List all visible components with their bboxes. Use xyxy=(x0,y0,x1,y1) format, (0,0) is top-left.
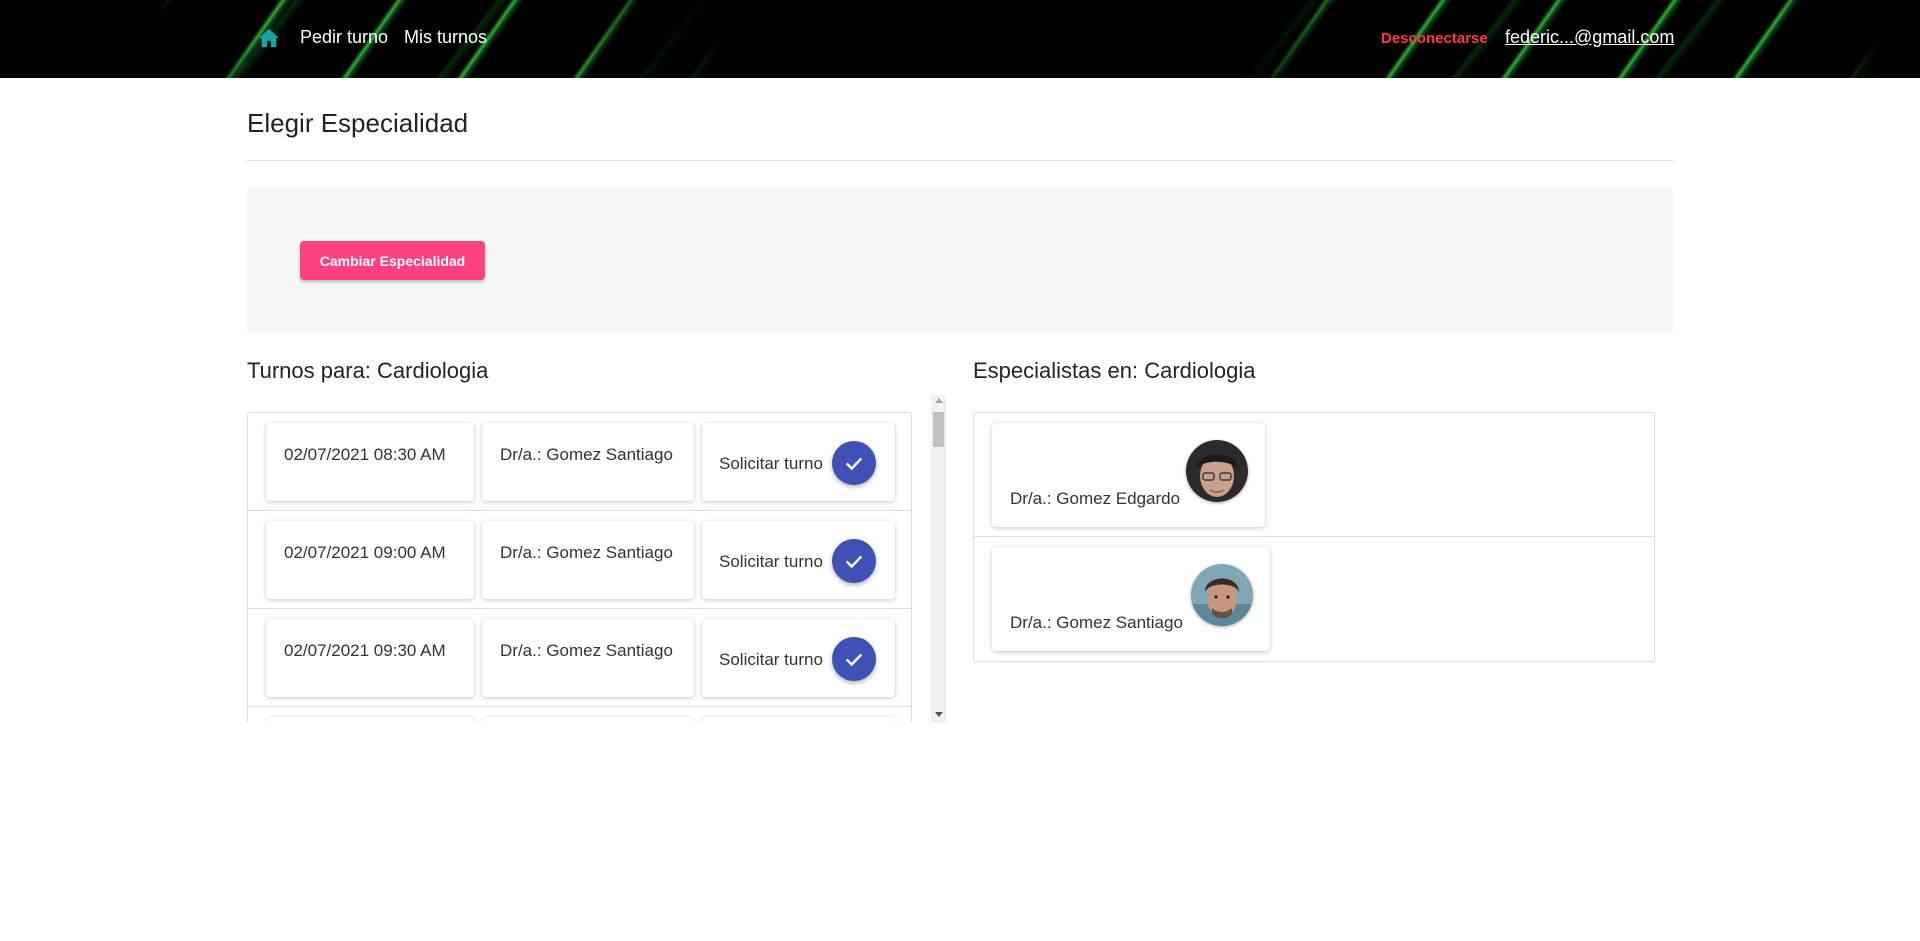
specialty-panel: Cambiar Especialidad xyxy=(247,188,1673,333)
nav-link-mis-turnos[interactable]: Mis turnos xyxy=(404,27,487,48)
especialista-name: Dr/a.: Gomez Santiago xyxy=(1010,613,1183,632)
page-title: Elegir Especialidad xyxy=(247,108,469,138)
solicitar-turno-button[interactable] xyxy=(832,637,876,681)
solicitar-turno-label: Solicitar turno xyxy=(719,454,823,473)
turno-doctor: Dr/a.: Gomez Santiago xyxy=(500,641,673,660)
turno-date-card: 02/07/2021 09:00 AM xyxy=(266,521,474,599)
doctor-photo xyxy=(1191,564,1253,626)
solicitar-turno-button[interactable] xyxy=(832,539,876,583)
scroll-thumb[interactable] xyxy=(933,412,944,447)
change-specialty-button[interactable]: Cambiar Especialidad xyxy=(300,241,485,280)
avatar xyxy=(1191,564,1253,626)
avatar xyxy=(1186,440,1248,502)
solicitar-turno-card: Solicitar turno xyxy=(702,521,895,599)
home-icon[interactable] xyxy=(258,28,280,48)
turno-row: 02/07/2021 08:30 AM Dr/a.: Gomez Santiag… xyxy=(248,413,911,511)
turno-row: 02/07/2021 09:00 AM Dr/a.: Gomez Santiag… xyxy=(248,511,911,609)
turno-date-card: 02/07/2021 08:30 AM xyxy=(266,423,474,501)
turno-doctor-card xyxy=(482,717,694,722)
especialistas-list: Dr/a.: Gomez Edgardo Dr/a.: Gomez Santia… xyxy=(973,412,1655,662)
user-email-link[interactable]: federic...@gmail.com xyxy=(1505,27,1674,48)
turno-date-card: 02/07/2021 09:30 AM xyxy=(266,619,474,697)
check-icon xyxy=(845,653,863,667)
turno-doctor: Dr/a.: Gomez Santiago xyxy=(500,543,673,562)
solicitar-turno-card xyxy=(702,717,895,722)
navbar-background-shade xyxy=(1780,0,1920,78)
doctor-photo xyxy=(1186,440,1248,502)
check-icon xyxy=(845,457,863,471)
especialista-card-gomez-edgardo[interactable]: Dr/a.: Gomez Edgardo xyxy=(992,423,1265,527)
check-icon xyxy=(845,555,863,569)
turno-row: 02/07/2021 09:30 AM Dr/a.: Gomez Santiag… xyxy=(248,609,911,707)
divider xyxy=(247,160,1673,161)
scroll-up-arrow-icon[interactable] xyxy=(935,398,943,403)
especialista-row: Dr/a.: Gomez Santiago xyxy=(974,537,1654,661)
especialistas-heading: Especialistas en: Cardiologia xyxy=(973,358,1256,383)
turno-row xyxy=(248,707,911,722)
scroll-down-arrow-icon[interactable] xyxy=(935,712,943,717)
logout-link[interactable]: Desconectarse xyxy=(1381,30,1488,47)
turnos-list: 02/07/2021 08:30 AM Dr/a.: Gomez Santiag… xyxy=(247,412,912,722)
solicitar-turno-card: Solicitar turno xyxy=(702,619,895,697)
solicitar-turno-label: Solicitar turno xyxy=(719,552,823,571)
solicitar-turno-button[interactable] xyxy=(832,441,876,485)
navbar-background-shade xyxy=(0,0,260,78)
solicitar-turno-card: Solicitar turno xyxy=(702,423,895,501)
turno-date-card xyxy=(266,717,474,722)
top-navbar: Pedir turno Mis turnos Desconectarse fed… xyxy=(0,0,1920,78)
turno-datetime: 02/07/2021 09:00 AM xyxy=(284,543,446,562)
turno-doctor-card: Dr/a.: Gomez Santiago xyxy=(482,521,694,599)
especialista-row: Dr/a.: Gomez Edgardo xyxy=(974,413,1654,537)
turno-doctor: Dr/a.: Gomez Santiago xyxy=(500,445,673,464)
turnos-heading: Turnos para: Cardiologia xyxy=(247,358,489,383)
turnos-scrollbar[interactable] xyxy=(931,395,946,723)
turno-datetime: 02/07/2021 09:30 AM xyxy=(284,641,446,660)
nav-link-pedir-turno[interactable]: Pedir turno xyxy=(300,27,388,48)
especialista-card-gomez-santiago[interactable]: Dr/a.: Gomez Santiago xyxy=(992,547,1270,651)
turno-datetime: 02/07/2021 08:30 AM xyxy=(284,445,446,464)
turno-doctor-card: Dr/a.: Gomez Santiago xyxy=(482,619,694,697)
turno-doctor-card: Dr/a.: Gomez Santiago xyxy=(482,423,694,501)
especialista-name: Dr/a.: Gomez Edgardo xyxy=(1010,489,1181,508)
navbar-background-shade xyxy=(560,0,1380,78)
solicitar-turno-label: Solicitar turno xyxy=(719,650,823,669)
